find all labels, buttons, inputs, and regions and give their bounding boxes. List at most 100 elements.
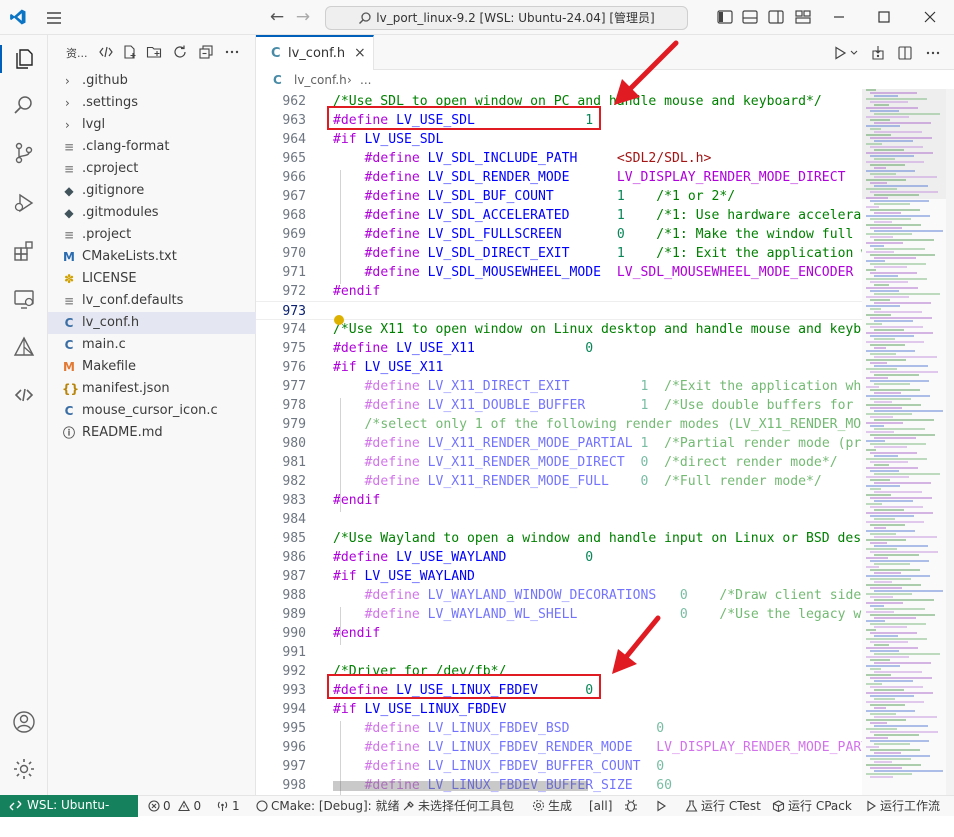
menu-icon[interactable] — [44, 8, 64, 28]
tab-close-button[interactable]: × — [354, 45, 366, 61]
close-icon[interactable] — [921, 8, 939, 26]
tree-item[interactable]: M Makefile — [48, 356, 256, 378]
run-icon[interactable] — [832, 45, 848, 61]
tree-item[interactable]: Cmain.c — [48, 334, 256, 356]
extensions-icon[interactable] — [12, 239, 36, 263]
open-editors-icon[interactable] — [98, 44, 114, 60]
vertical-scrollbar[interactable] — [946, 89, 954, 795]
ports-indicator[interactable]: 1 — [216, 796, 240, 816]
problems-indicator[interactable]: 0 0 — [148, 796, 201, 816]
debug-button[interactable] — [624, 796, 641, 816]
back-button[interactable]: ← — [268, 8, 286, 26]
tree-item[interactable]: M CMakeLists.txt — [48, 246, 256, 268]
cmake-icon[interactable] — [12, 335, 36, 359]
cmake-build-button[interactable]: 生成 — [532, 796, 572, 816]
platformio-icon[interactable] — [12, 383, 36, 407]
tree-item[interactable]: ◆ .gitignore — [48, 180, 256, 202]
code-line[interactable]: 989 #define LV_WAYLAND_WL_SHELL 0 /*Use … — [256, 605, 862, 624]
code-line[interactable]: 970 #define LV_SDL_DIRECT_EXIT 1 /*1: Ex… — [256, 244, 862, 263]
code-line[interactable]: 983 #endif — [256, 491, 862, 510]
tree-item[interactable]: {} manifest.json — [48, 378, 256, 400]
toggle-primary-sidebar-icon[interactable] — [716, 8, 734, 26]
code-line[interactable]: 968 #define LV_SDL_ACCELERATED 1 /*1: Us… — [256, 206, 862, 225]
code-line[interactable]: 964 #if LV_USE_SDL — [256, 130, 862, 149]
customize-layout-icon[interactable] — [794, 8, 812, 26]
debug-file-icon[interactable] — [870, 45, 886, 61]
code-line[interactable]: 976 #if LV_USE_X11 — [256, 358, 862, 377]
minimap[interactable] — [862, 89, 946, 795]
code-line[interactable]: 996 #define LV_LINUX_FBDEV_RENDER_MODE L… — [256, 738, 862, 757]
explorer-icon[interactable] — [12, 47, 36, 71]
code-line[interactable]: 980 #define LV_X11_RENDER_MODE_PARTIAL 1… — [256, 434, 862, 453]
settings-gear-icon[interactable] — [12, 757, 36, 781]
code-line[interactable]: 995 #define LV_LINUX_FBDEV_BSD 0 — [256, 719, 862, 738]
search-icon[interactable] — [12, 93, 36, 117]
breadcrumb-file[interactable]: lv_conf.h — [294, 73, 347, 87]
code-line[interactable]: 977 #define LV_X11_DIRECT_EXIT 1 /*Exit … — [256, 377, 862, 396]
remote-explorer-icon[interactable] — [12, 287, 36, 311]
forward-button[interactable]: → — [294, 8, 312, 26]
code-line[interactable]: 965 #define LV_SDL_INCLUDE_PATH <SDL2/SD… — [256, 149, 862, 168]
code-line[interactable]: 966 #define LV_SDL_RENDER_MODE LV_DISPLA… — [256, 168, 862, 187]
code-line[interactable]: 990 #endif — [256, 624, 862, 643]
toggle-secondary-sidebar-icon[interactable] — [767, 8, 785, 26]
code-line[interactable]: 975 #define LV_USE_X11 0 — [256, 339, 862, 358]
code-line[interactable]: 987 #if LV_USE_WAYLAND — [256, 567, 862, 586]
run-cpack-button[interactable]: 运行 CPack — [772, 796, 852, 816]
maximize-icon[interactable] — [875, 8, 893, 26]
code-line[interactable]: 997 #define LV_LINUX_FBDEV_BUFFER_COUNT … — [256, 757, 862, 776]
tree-item[interactable]: Cmouse_cursor_icon.c — [48, 400, 256, 422]
code-line[interactable]: 984 — [256, 510, 862, 529]
tab-lv-conf-h[interactable]: C lv_conf.h × — [256, 35, 374, 70]
cmake-kit-selector[interactable]: 未选择任何工具包 — [402, 796, 514, 816]
code-line[interactable]: 988 #define LV_WAYLAND_WINDOW_DECORATION… — [256, 586, 862, 605]
tree-item[interactable]: ≡ lv_conf.defaults — [48, 290, 256, 312]
cmake-status[interactable]: CMake: [Debug]: 就绪 — [256, 796, 400, 816]
source-control-icon[interactable] — [12, 141, 36, 165]
code-line[interactable]: 974 /*Use X11 to open window on Linux des… — [256, 320, 862, 339]
account-icon[interactable] — [12, 710, 36, 734]
run-workflow-button[interactable]: 运行工作流 — [865, 796, 940, 816]
run-ctest-button[interactable]: 运行 CTest — [685, 796, 761, 816]
code-line[interactable]: 981 #define LV_X11_RENDER_MODE_DIRECT 0 … — [256, 453, 862, 472]
tree-item[interactable]: ✽ LICENSE — [48, 268, 256, 290]
new-folder-icon[interactable] — [146, 44, 162, 60]
code-line[interactable]: 979 /*select only 1 of the following ren… — [256, 415, 862, 434]
more-actions-icon[interactable] — [224, 44, 240, 60]
tree-item[interactable]: › .settings — [48, 92, 256, 114]
tree-item[interactable]: ≡ .project — [48, 224, 256, 246]
code-line[interactable]: 972 #endif — [256, 282, 862, 301]
code-line[interactable]: 967 #define LV_SDL_BUF_COUNT 1 /*1 or 2*… — [256, 187, 862, 206]
code-line[interactable]: 986 #define LV_USE_WAYLAND 0 — [256, 548, 862, 567]
new-file-icon[interactable] — [122, 44, 138, 60]
tree-item[interactable]: ≡ .cproject — [48, 158, 256, 180]
code-line[interactable]: 994 #if LV_USE_LINUX_FBDEV — [256, 700, 862, 719]
run-dropdown-chevron-icon[interactable] — [849, 45, 859, 61]
lightbulb-icon[interactable] — [334, 315, 344, 325]
tree-item[interactable]: › lvgl — [48, 114, 256, 136]
breadcrumb-symbols[interactable]: ... — [360, 73, 371, 87]
tree-item[interactable]: › .github — [48, 70, 256, 92]
code-line[interactable]: 991 — [256, 643, 862, 662]
toggle-panel-icon[interactable] — [741, 8, 759, 26]
code-line[interactable]: 985 /*Use Wayland to open a window and ha… — [256, 529, 862, 548]
refresh-icon[interactable] — [172, 44, 188, 60]
tree-item[interactable]: ≡ .clang-format — [48, 136, 256, 158]
split-editor-icon[interactable] — [897, 45, 913, 61]
launch-button[interactable] — [655, 796, 670, 816]
editor-more-actions-icon[interactable] — [925, 45, 941, 61]
command-center-search[interactable]: lv_port_linux-9.2 [WSL: Ubuntu-24.04] [管… — [325, 6, 688, 30]
code-line[interactable]: 982 #define LV_X11_RENDER_MODE_FULL 0 /*… — [256, 472, 862, 491]
code-line[interactable]: 973 — [256, 301, 862, 320]
horizontal-scrollbar-thumb[interactable] — [333, 781, 588, 791]
minimize-icon[interactable] — [830, 8, 848, 26]
tree-item[interactable]: ⓘ README.md — [48, 422, 256, 444]
code-line[interactable]: 971 #define LV_SDL_MOUSEWHEEL_MODE LV_SD… — [256, 263, 862, 282]
tree-item[interactable]: ◆ .gitmodules — [48, 202, 256, 224]
remote-indicator[interactable]: WSL: Ubuntu-24.04 — [0, 795, 138, 833]
code-line[interactable]: 978 #define LV_X11_DOUBLE_BUFFER 1 /*Use… — [256, 396, 862, 415]
tree-item[interactable]: Clv_conf.h — [48, 312, 256, 334]
collapse-all-icon[interactable] — [198, 44, 214, 60]
code-line[interactable]: 969 #define LV_SDL_FULLSCREEN 0 /*1: Mak… — [256, 225, 862, 244]
cmake-target-selector[interactable]: [all] — [589, 796, 612, 816]
